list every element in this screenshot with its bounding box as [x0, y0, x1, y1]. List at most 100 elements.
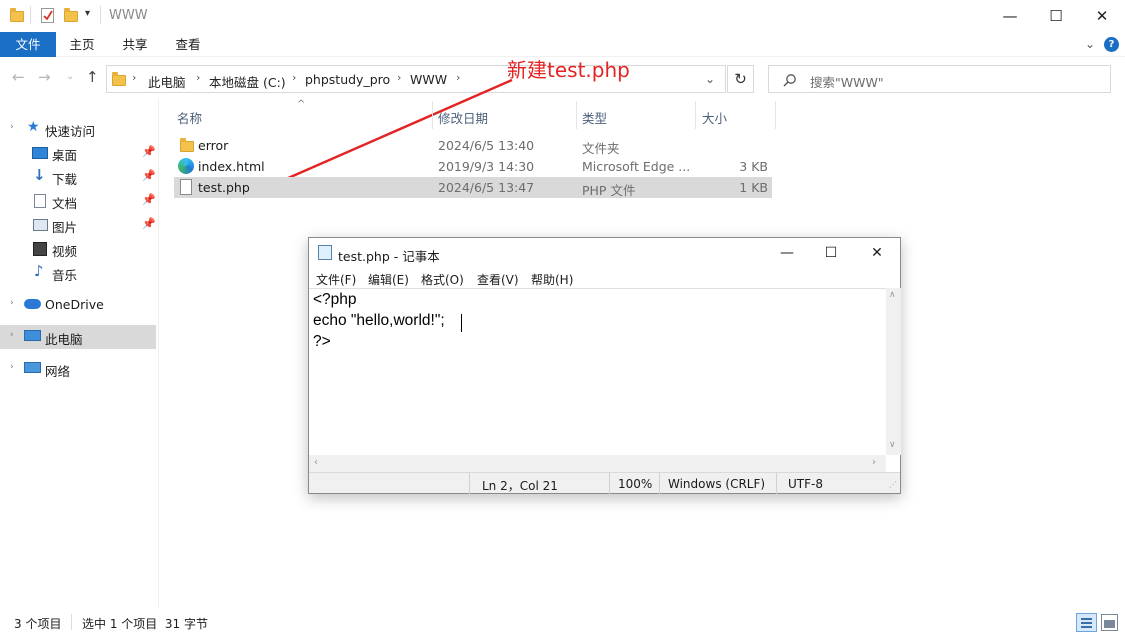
sidebar-item-music[interactable]: ♪ 音乐 — [0, 261, 156, 285]
help-icon[interactable]: ? — [1104, 37, 1119, 52]
file-type: PHP 文件 — [582, 183, 636, 198]
menu-view[interactable]: 查看(V) — [477, 271, 519, 288]
window-title: WWW — [109, 8, 148, 23]
sidebar-item-label: 下载 — [52, 172, 78, 187]
chevron-right-icon[interactable]: › — [10, 330, 14, 340]
chevron-right-icon[interactable]: › — [10, 362, 14, 372]
file-row[interactable]: error 2024/6/5 13:40 文件夹 — [174, 135, 772, 156]
scroll-left-icon[interactable]: ‹ — [314, 457, 318, 468]
horizontal-scrollbar[interactable]: ‹ › — [309, 455, 886, 472]
pane-divider[interactable] — [158, 99, 159, 609]
column-separator[interactable] — [576, 101, 577, 129]
sidebar-item-onedrive[interactable]: › OneDrive — [0, 293, 156, 317]
maximize-button[interactable]: ☐ — [808, 241, 854, 265]
large-icons-view-icon[interactable] — [1101, 614, 1118, 631]
sidebar-item-quick-access[interactable]: › ★ 快速访问 — [0, 117, 156, 141]
column-header-size[interactable]: 大小 — [702, 108, 727, 127]
encoding: UTF-8 — [788, 477, 823, 491]
tab-view[interactable]: 查看 — [166, 32, 210, 57]
file-name: error — [198, 138, 229, 153]
pin-icon[interactable]: 📌 — [142, 193, 156, 206]
forward-icon[interactable]: → — [38, 68, 51, 86]
column-separator[interactable] — [775, 101, 776, 129]
chevron-right-icon[interactable]: › — [292, 71, 296, 84]
navigation-pane: › ★ 快速访问 桌面 📌 ↓ 下载 📌 文档 📌 图片 📌 视频 ♪ 音乐 ›… — [0, 99, 158, 609]
close-button[interactable]: ✕ — [1079, 0, 1125, 32]
sidebar-item-label: 此电脑 — [45, 332, 83, 347]
sort-up-icon: ^ — [297, 99, 306, 110]
chevron-right-icon[interactable]: › — [456, 71, 460, 84]
document-icon — [34, 194, 46, 208]
cloud-icon — [24, 299, 41, 309]
scroll-up-icon[interactable]: ∧ — [889, 290, 896, 300]
sidebar-item-documents[interactable]: 文档 📌 — [0, 189, 156, 213]
minimize-button[interactable]: — — [987, 0, 1033, 32]
breadcrumb-www[interactable]: WWW — [410, 72, 447, 87]
chevron-right-icon[interactable]: › — [132, 71, 136, 84]
menu-edit[interactable]: 编辑(E) — [368, 271, 409, 288]
explorer-status-bar: 3 个项目 选中 1 个项目 31 字节 — [0, 609, 1125, 637]
recent-locations-icon[interactable]: ⌄ — [66, 71, 74, 82]
tab-home[interactable]: 主页 — [60, 32, 104, 57]
sidebar-item-pictures[interactable]: 图片 📌 — [0, 213, 156, 237]
computer-icon — [24, 330, 41, 341]
menu-help[interactable]: 帮助(H) — [531, 271, 573, 288]
sidebar-item-videos[interactable]: 视频 — [0, 237, 156, 261]
notepad-title: test.php - 记事本 — [338, 249, 440, 264]
expand-ribbon-icon[interactable]: ⌄ — [1085, 37, 1095, 51]
back-icon[interactable]: ← — [12, 68, 25, 86]
column-header-date[interactable]: 修改日期 — [438, 108, 488, 127]
pin-icon[interactable]: 📌 — [142, 145, 156, 158]
star-icon: ★ — [27, 119, 40, 135]
sidebar-item-label: 网络 — [45, 364, 71, 379]
search-icon — [783, 74, 796, 87]
column-separator[interactable] — [432, 101, 433, 129]
up-icon[interactable]: ↑ — [86, 68, 99, 86]
file-date: 2024/6/5 13:47 — [438, 180, 535, 195]
chevron-down-icon[interactable]: ⌄ — [705, 72, 715, 86]
file-icon — [180, 179, 192, 195]
maximize-button[interactable]: ☐ — [1033, 0, 1079, 32]
column-header-name[interactable]: 名称 — [177, 108, 202, 127]
notepad-window[interactable]: test.php - 记事本 — ☐ ✕ 文件(F) 编辑(E) 格式(O) 查… — [308, 237, 901, 494]
breadcrumb-phpstudy[interactable]: phpstudy_pro — [305, 72, 390, 87]
menu-file[interactable]: 文件(F) — [316, 271, 356, 288]
close-button[interactable]: ✕ — [854, 241, 900, 265]
address-bar[interactable]: › 此电脑 › 本地磁盘 (C:) › phpstudy_pro › WWW ›… — [106, 65, 726, 93]
search-input[interactable]: 搜索"WWW" — [768, 65, 1111, 93]
chevron-right-icon[interactable]: › — [10, 298, 14, 308]
new-folder-icon[interactable] — [64, 8, 78, 22]
pin-icon[interactable]: 📌 — [142, 217, 156, 230]
column-separator[interactable] — [695, 101, 696, 129]
pin-icon[interactable]: 📌 — [142, 169, 156, 182]
properties-icon[interactable] — [41, 8, 54, 23]
search-placeholder: 搜索"WWW" — [810, 75, 884, 90]
breadcrumb-this-pc[interactable]: 此电脑 — [148, 72, 186, 91]
tab-share[interactable]: 共享 — [113, 32, 157, 57]
resize-grip-icon[interactable]: ⋰ — [889, 480, 897, 489]
text-editor[interactable]: <?php echo "hello,world!"; ?> — [309, 288, 886, 455]
refresh-button[interactable]: ↻ — [727, 65, 754, 93]
tab-file[interactable]: 文件 — [0, 32, 56, 57]
divider — [776, 473, 777, 494]
chevron-right-icon[interactable]: › — [397, 71, 401, 84]
sidebar-item-network[interactable]: › 网络 — [0, 357, 156, 381]
breadcrumb-local-disk[interactable]: 本地磁盘 (C:) — [209, 72, 286, 91]
chevron-right-icon[interactable]: › — [196, 71, 200, 84]
vertical-scrollbar[interactable]: ∧ ∨ — [886, 288, 901, 455]
file-row[interactable]: index.html 2019/9/3 14:30 Microsoft Edge… — [174, 156, 772, 177]
sidebar-item-desktop[interactable]: 桌面 📌 — [0, 141, 156, 165]
divider — [30, 6, 31, 24]
column-header-type[interactable]: 类型 — [582, 108, 607, 127]
minimize-button[interactable]: — — [764, 241, 810, 265]
chevron-right-icon[interactable]: › — [10, 122, 14, 132]
file-row[interactable]: test.php 2024/6/5 13:47 PHP 文件 1 KB — [174, 177, 772, 198]
details-view-icon[interactable] — [1076, 613, 1097, 632]
scroll-down-icon[interactable]: ∨ — [889, 440, 896, 450]
sidebar-item-downloads[interactable]: ↓ 下载 📌 — [0, 165, 156, 189]
music-icon: ♪ — [34, 262, 44, 280]
sidebar-item-this-pc[interactable]: › 此电脑 — [0, 325, 156, 349]
scroll-right-icon[interactable]: › — [872, 457, 876, 468]
menu-format[interactable]: 格式(O) — [421, 271, 464, 288]
customize-toolbar-icon[interactable]: ▾ — [85, 8, 90, 19]
